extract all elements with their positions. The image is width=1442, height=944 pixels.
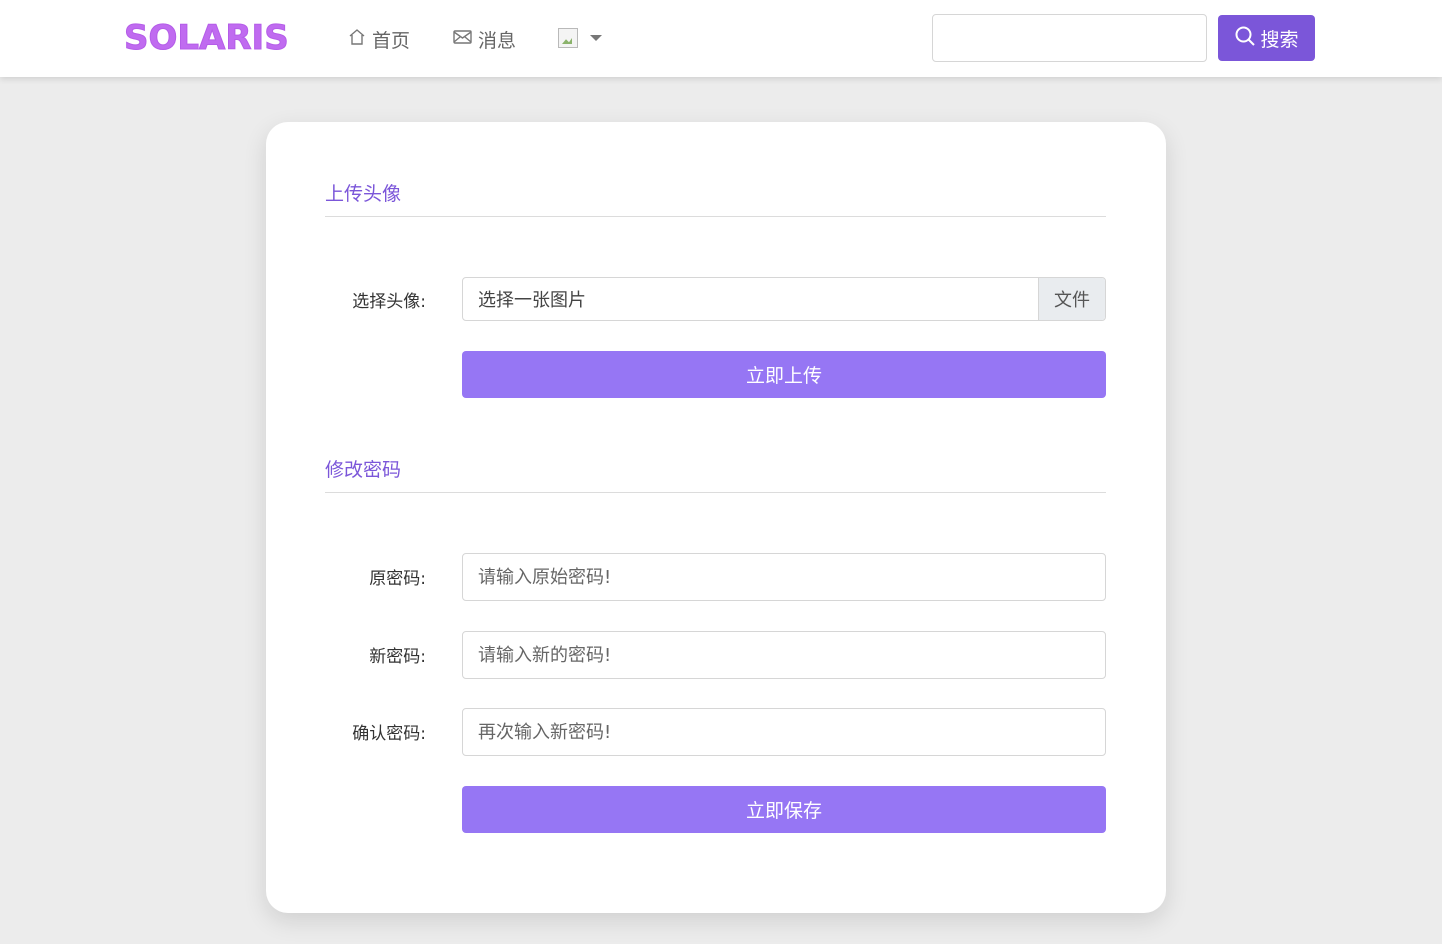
envelope-icon [452,27,478,52]
new-password-input[interactable] [462,631,1106,679]
upload-avatar-button[interactable]: 立即上传 [462,351,1106,398]
nav-home-label: 首页 [372,29,411,52]
site-logo[interactable]: SOLARIS [124,16,290,60]
nav-home-link[interactable]: 首页 [347,24,410,54]
choose-avatar-label: 选择头像: [352,292,426,312]
settings-card: 上传头像 选择头像: 选择一张图片 文件 立即上传 修改密码 原密码: 新密码:… [266,122,1166,913]
search-input[interactable] [932,14,1207,62]
file-browse-button[interactable]: 文件 [1038,278,1105,320]
new-password-label: 新密码: [369,647,426,667]
home-icon [347,27,372,52]
top-navbar: SOLARIS 首页 消息 搜索 [0,0,1442,77]
confirm-password-label: 确认密码: [352,724,426,744]
user-avatar-dropdown[interactable] [558,28,602,48]
file-input-placeholder: 选择一张图片 [478,290,586,311]
confirm-password-input[interactable] [462,708,1106,756]
nav-messages-link[interactable]: 消息 [452,24,516,54]
password-section-title: 修改密码 [325,458,1106,493]
avatar-file-input[interactable]: 选择一张图片 文件 [462,277,1106,321]
avatar-image [558,28,578,48]
old-password-input[interactable] [462,553,1106,601]
nav-messages-label: 消息 [478,29,517,52]
avatar-section-title: 上传头像 [325,182,1106,217]
caret-down-icon [590,35,602,41]
old-password-label: 原密码: [369,569,426,589]
search-button-label: 搜索 [1260,28,1299,51]
save-password-button[interactable]: 立即保存 [462,786,1106,833]
search-button[interactable]: 搜索 [1218,15,1315,61]
search-icon [1234,25,1260,52]
